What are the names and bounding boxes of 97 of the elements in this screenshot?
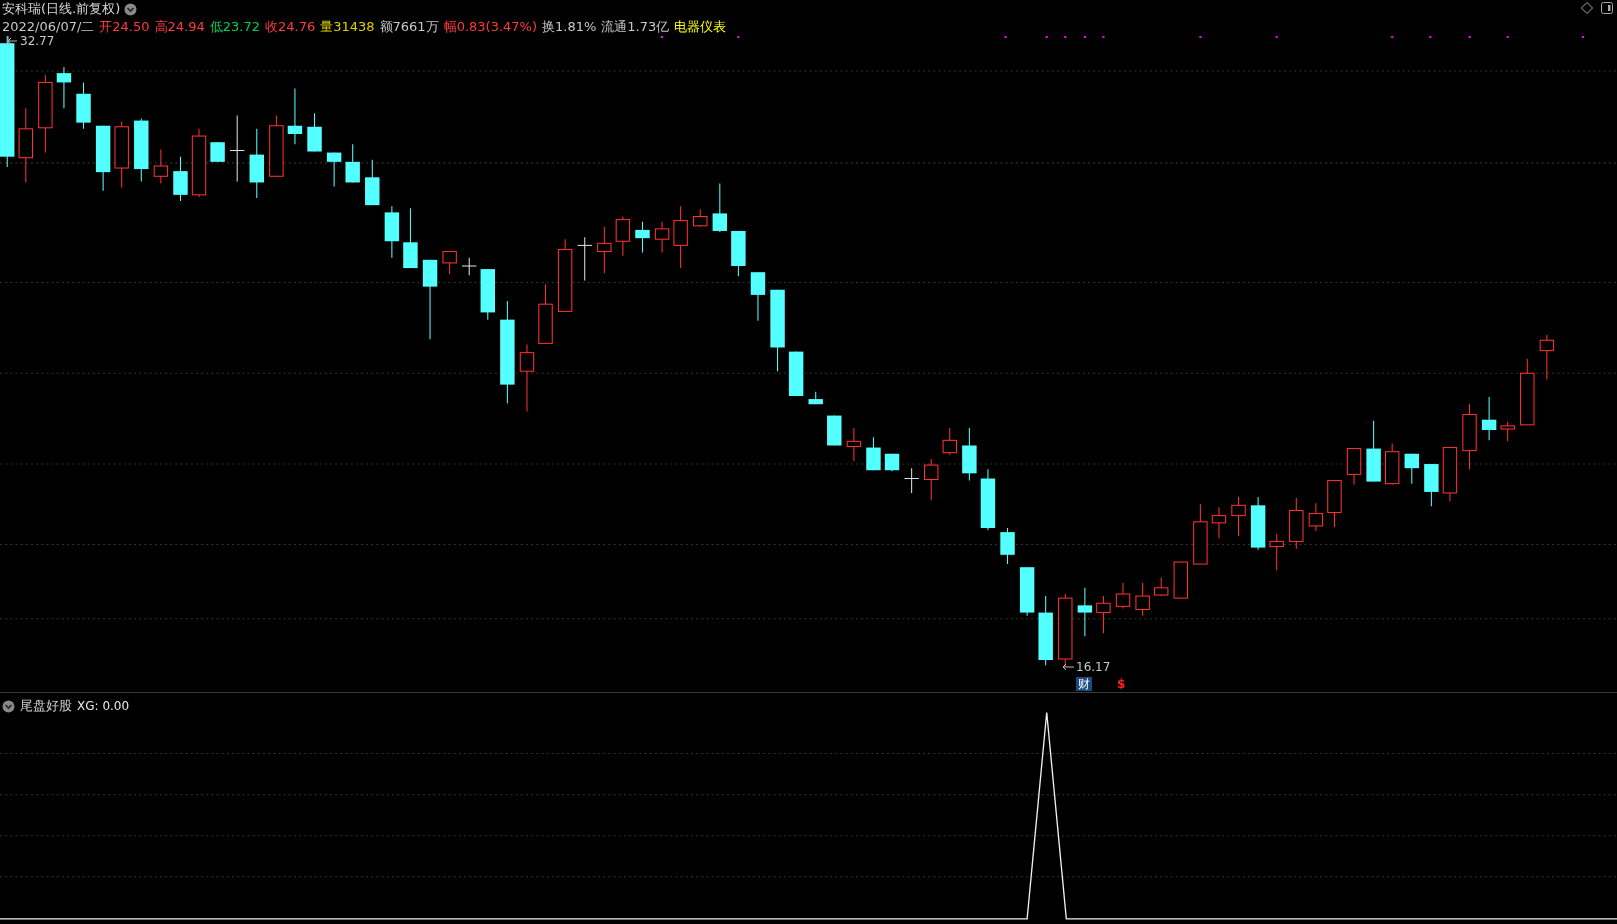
- candlestick: [750, 271, 766, 322]
- candlestick: [365, 159, 380, 206]
- candlestick: [287, 88, 303, 145]
- arrow-icon: [1062, 662, 1074, 672]
- candlestick: [1250, 496, 1266, 551]
- candlestick: [95, 125, 111, 192]
- candlestick: [884, 453, 900, 472]
- candlestick: [788, 351, 804, 397]
- candlestick: [962, 427, 977, 482]
- indicator-reading: XG: 0.00: [77, 699, 130, 713]
- candlestick: [1153, 577, 1169, 597]
- candlestick: [1442, 447, 1458, 502]
- candlestick: [229, 114, 245, 182]
- candlestick: [924, 458, 939, 501]
- candlestick: [210, 141, 225, 163]
- chevron-icon[interactable]: [124, 2, 138, 16]
- candlestick: [173, 156, 188, 202]
- candlestick: [1462, 403, 1477, 470]
- quote-value: 电器仪表: [674, 18, 727, 36]
- candlestick: [191, 128, 207, 198]
- candlestick: [980, 468, 996, 531]
- candlestick: [461, 257, 477, 276]
- candlestick: [808, 391, 823, 405]
- candlestick: [673, 205, 688, 269]
- quote-value: 低23.72: [209, 18, 260, 36]
- candlestick: [1211, 506, 1227, 539]
- chevron-icon[interactable]: [2, 699, 15, 713]
- finance-badge[interactable]: 财: [1076, 677, 1092, 691]
- candlestick: [1231, 496, 1246, 537]
- candlestick: [1424, 463, 1439, 507]
- candlestick: [249, 128, 264, 199]
- candlestick: [712, 183, 728, 233]
- candlestick: [635, 221, 650, 254]
- candlestick: [1481, 396, 1497, 441]
- quote-value: 幅0.83(3.47%): [443, 18, 538, 36]
- arrow-icon: [6, 35, 18, 47]
- candlestick: [1019, 566, 1035, 617]
- candlestick: [519, 343, 535, 412]
- candlestick: [153, 148, 169, 184]
- quote-value: 高24.94: [154, 18, 205, 36]
- candlestick: [1193, 503, 1208, 565]
- panel-icon[interactable]: [1601, 2, 1613, 14]
- candlestick: [1077, 587, 1093, 637]
- candlestick: [1000, 527, 1015, 565]
- candlestick: [1520, 358, 1535, 426]
- candlestick: [538, 284, 553, 344]
- candlestick: [480, 268, 495, 321]
- candlestick: [731, 230, 746, 277]
- price-label: 32.77: [20, 34, 55, 48]
- candlestick: [903, 467, 920, 494]
- candlestick: [1539, 334, 1555, 380]
- candlestick: [693, 208, 708, 228]
- candlestick: [1173, 561, 1188, 599]
- candlestick: [1115, 582, 1131, 609]
- candlestick: [1135, 582, 1150, 617]
- candlestick: [1384, 442, 1400, 486]
- quote-value: 流通1.73亿: [601, 18, 670, 36]
- candlestick: [114, 121, 129, 189]
- candlestick: [56, 66, 72, 109]
- candlestick: [76, 81, 91, 130]
- candlestick: [942, 427, 957, 456]
- candlestick: [1366, 420, 1381, 483]
- candlestick: [1404, 453, 1419, 485]
- candlestick: [597, 226, 612, 274]
- candlestick: [1500, 421, 1515, 442]
- candlestick: [866, 436, 881, 471]
- candlestick: [1346, 448, 1362, 486]
- quote-value: 额7661万: [379, 18, 439, 36]
- candlestick: [1289, 497, 1304, 550]
- dividend-marker[interactable]: $: [1115, 677, 1128, 691]
- candlestick: [1308, 502, 1324, 532]
- candlestick: [615, 216, 631, 257]
- candlestick: [269, 114, 284, 177]
- date-text: 2022/06/07/二: [2, 18, 95, 36]
- candlestick: [307, 112, 322, 153]
- candlestick: [442, 251, 457, 275]
- stock-title: 安科瑞(日线.前复权): [2, 0, 121, 18]
- quote-value: 量31438: [320, 18, 375, 36]
- candlestick: [384, 205, 400, 259]
- quote-value: 收24.76: [264, 18, 316, 36]
- candlestick: [403, 207, 418, 269]
- candlestick: [827, 415, 842, 446]
- price-label: 16.17: [1076, 660, 1111, 674]
- candlestick: [1038, 595, 1053, 666]
- candlestick: [326, 152, 342, 188]
- candlestick: [345, 143, 360, 183]
- candlestick: [1269, 533, 1284, 571]
- quote-value: 开24.50: [99, 18, 150, 36]
- diamond-icon[interactable]: [1581, 2, 1593, 14]
- candlestick: [577, 236, 593, 281]
- candlestick: [654, 221, 670, 254]
- candlestick: [1327, 480, 1342, 528]
- quote-value: 换1.81%: [542, 18, 597, 36]
- candlestick: [134, 118, 149, 182]
- indicator-name: 尾盘好股: [20, 697, 72, 715]
- candlestick: [846, 427, 862, 462]
- candlestick: [1096, 595, 1111, 634]
